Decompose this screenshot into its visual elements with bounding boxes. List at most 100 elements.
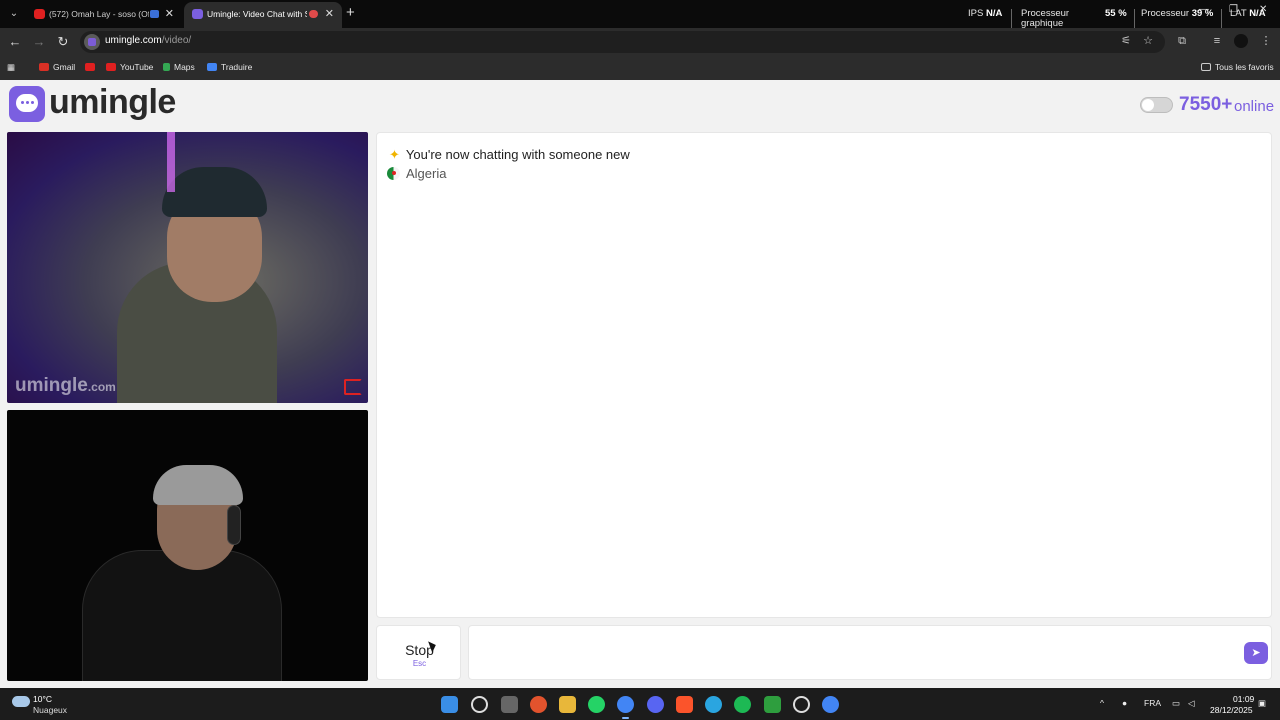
watermark-suffix: .com [87,380,116,394]
omnibox[interactable]: umingle.com/video/ [80,31,1165,53]
sparkles-icon: ✦ [389,147,400,162]
perf-cpu-label: Processeur [1141,8,1190,19]
apps-grid-icon[interactable]: ▦ [7,61,15,73]
microphone-icon[interactable]: ● [1122,698,1127,708]
remote-video: umingle.com [7,132,368,403]
bubble-dot [21,101,24,104]
whatsapp-icon[interactable] [588,696,605,713]
clock-date[interactable]: 28/12/2025 [1210,705,1253,715]
file-explorer-icon[interactable] [559,696,576,713]
tab-umingle[interactable]: Umingle: Video Chat with St ✕ [184,2,342,28]
bookmark-label: Gmail [53,62,76,72]
remote-person-beanie [162,167,267,217]
algeria-flag-icon [387,167,400,180]
taskbar: 10°C Nuageux ^ ● FRA ▭ ◁ 01:09 28/12/202… [0,688,1280,720]
bubble-dot [26,101,29,104]
windows-start-icon[interactable] [441,696,458,713]
chat-bubble-icon [16,94,38,112]
bookmark-gmail[interactable]: Gmail [39,61,75,73]
app-icon[interactable] [793,696,810,713]
extensions-icon[interactable]: ⧉ [1175,34,1189,48]
chrome-profile-icon[interactable] [822,696,839,713]
translate-icon[interactable]: ⚟ [1119,34,1133,48]
profile-avatar-icon[interactable] [1234,34,1248,48]
local-person-body [82,550,282,681]
bookmark-youtube-icon-only[interactable] [85,61,99,73]
back-icon[interactable]: ← [6,33,24,51]
show-hidden-icons-icon[interactable]: ^ [1100,698,1104,708]
task-view-icon[interactable] [501,696,518,713]
discord-icon[interactable] [647,696,664,713]
local-person-cap [153,465,243,505]
telegram-icon[interactable] [705,696,722,713]
bookmark-traduire[interactable]: Traduire [207,61,252,73]
menu-kebab-icon[interactable]: ⋮ [1259,34,1273,48]
bookmark-label: YouTube [120,62,154,72]
report-flag-icon[interactable] [344,379,362,395]
site-info-icon[interactable] [84,34,100,50]
minimize-icon[interactable]: — [1199,4,1209,15]
system-message: ✦ You're now chatting with someone new [389,147,630,163]
stranger-country: Algeria [387,166,446,181]
media-playing-icon[interactable] [150,10,159,18]
bookmark-star-icon[interactable]: ☆ [1141,34,1155,48]
spotify-icon[interactable] [734,696,751,713]
forward-icon[interactable]: → [30,33,48,51]
stop-label: Stop [405,642,434,658]
brave-icon[interactable] [676,696,693,713]
restore-icon[interactable]: ❐ [1229,4,1238,15]
app-icon[interactable] [530,696,547,713]
recording-icon[interactable] [309,10,318,18]
close-tab-icon[interactable]: ✕ [325,2,334,26]
new-tab-button[interactable]: + [346,4,355,21]
toggle-knob [1142,99,1154,111]
weather-temp[interactable]: 10°C [33,694,52,704]
local-video [7,410,368,681]
youtube-favicon-icon [34,9,45,19]
send-button[interactable]: ➤ [1244,642,1268,664]
country-text: Algeria [406,166,447,181]
address-bar: ← → ↻ umingle.com/video/ ⚟ ☆ ⧉ ≡ ⋮ [0,28,1280,56]
logo-text[interactable]: umingle [49,83,176,122]
maps-pin-icon [163,63,170,71]
app-icon[interactable] [764,696,781,713]
bookmark-maps[interactable]: Maps [163,61,195,73]
tab-youtube[interactable]: (572) Omah Lay - soso (Offi ✕ [26,2,182,28]
close-window-icon[interactable]: ✕ [1259,4,1267,15]
perf-ips: IPS N/A [968,9,1002,19]
volume-icon[interactable]: ◁ [1188,698,1195,709]
notifications-icon[interactable]: ▣ [1258,698,1266,709]
bookmark-youtube[interactable]: YouTube [106,61,153,73]
search-icon[interactable] [471,696,488,713]
gmail-icon [39,63,49,71]
perf-ips-value: N/A [985,8,1003,19]
language-indicator[interactable]: FRA [1144,698,1161,708]
tab-bar: ⌄ (572) Omah Lay - soso (Offi ✕ Umingle:… [0,0,1280,29]
url-host: umingle.com [105,35,162,46]
perf-divider [1221,9,1222,29]
reload-icon[interactable]: ↻ [54,33,72,51]
all-bookmarks-folder[interactable]: Tous les favoris [1201,61,1274,73]
cloud-icon[interactable] [12,696,30,707]
close-tab-icon[interactable]: ✕ [165,2,174,26]
clock-time[interactable]: 01:09 [1233,694,1254,704]
media-controls-icon[interactable]: ≡ [1210,34,1224,48]
tab-search-icon[interactable]: ⌄ [5,5,23,23]
bookmarks-bar: ▦ Gmail YouTube Maps Traduire Tous les f… [0,56,1280,80]
message-input[interactable] [479,636,1219,670]
all-bookmarks-label: Tous les favoris [1215,62,1274,72]
network-icon[interactable]: ▭ [1172,698,1180,709]
youtube-icon [85,63,95,71]
umingle-logo-icon[interactable] [9,86,45,122]
theme-toggle[interactable] [1140,97,1173,113]
perf-gpu-label: Processeur graphique [1021,9,1069,29]
tab-title: (572) Omah Lay - soso (Offi [49,9,149,19]
weather-desc[interactable]: Nuageux [33,705,67,715]
bookmark-label: Traduire [221,62,253,72]
translate-icon [207,63,217,71]
url-text[interactable]: umingle.com/video/ [105,35,191,46]
bookmark-label: Maps [174,62,195,72]
umingle-favicon-icon [192,9,203,19]
chrome-icon[interactable] [617,696,634,719]
stop-button[interactable]: Stop Esc [376,625,461,680]
